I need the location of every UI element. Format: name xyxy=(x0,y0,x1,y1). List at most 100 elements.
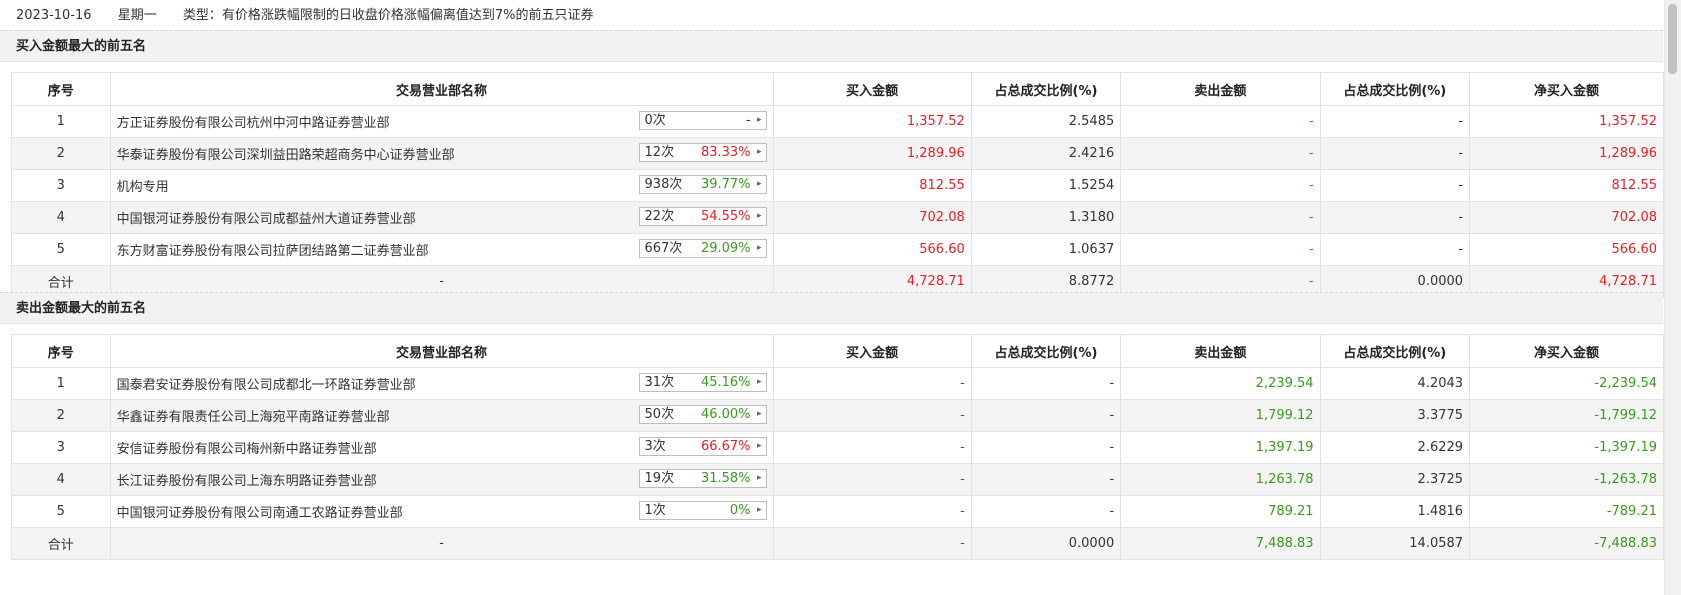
branch-stats-dropdown[interactable]: 50次 46.00% ▸ xyxy=(638,405,767,424)
sell-amount: 789.21 xyxy=(1120,495,1321,528)
buy-amount: - xyxy=(772,399,972,432)
sell-amount: - xyxy=(1120,105,1321,138)
total-row: 合计 - -0.0000 7,488.83 14.0587 -7,488.83 xyxy=(11,527,1664,560)
col-sell-ratio: 占总成交比例(%) xyxy=(1319,334,1471,368)
branch-stats-dropdown[interactable]: 22次 54.55% ▸ xyxy=(638,207,767,226)
branch-name-cell: 长江证券股份有限公司上海东明路证券营业部 19次 31.58% ▸ xyxy=(109,463,774,496)
buy-top5-table: 序号 交易营业部名称 买入金额 占总成交比例(%) 卖出金额 占总成交比例(%)… xyxy=(11,72,1664,298)
trade-count: 667次 xyxy=(644,241,683,256)
col-sell-amount: 卖出金额 xyxy=(1120,72,1321,106)
trade-count: 3次 xyxy=(644,439,666,454)
trade-count: 22次 xyxy=(644,209,675,224)
buy-section-title: 买入金额最大的前五名 xyxy=(0,30,1663,62)
branch-stats-dropdown[interactable]: 12次 83.33% ▸ xyxy=(638,143,767,162)
chevron-right-icon: ▸ xyxy=(757,377,762,387)
row-no: 3 xyxy=(11,169,111,202)
scrollbar-thumb[interactable] xyxy=(1668,4,1677,74)
branch-stats-dropdown[interactable]: 0次 - ▸ xyxy=(638,111,767,130)
branch-stats-dropdown[interactable]: 3次 66.67% ▸ xyxy=(638,437,767,456)
branch-name-cell: 东方财富证券股份有限公司拉萨团结路第二证券营业部 667次 29.09% ▸ xyxy=(109,233,774,266)
branch-name-link[interactable]: 长江证券股份有限公司上海东明路证券营业部 xyxy=(117,470,377,489)
net-buy-amount: -789.21 xyxy=(1469,495,1664,528)
buy-ratio: - xyxy=(970,367,1122,400)
buy-ratio: 1.5254 xyxy=(970,169,1122,202)
sell-amount: 1,397.19 xyxy=(1120,431,1321,464)
branch-name-link[interactable]: 中国银河证券股份有限公司南通工农路证券营业部 xyxy=(117,502,403,521)
branch-name-link[interactable]: 中国银河证券股份有限公司成都益州大道证券营业部 xyxy=(117,208,416,227)
row-no: 2 xyxy=(11,399,111,432)
win-rate: - xyxy=(745,113,751,128)
row-no: 5 xyxy=(11,495,111,528)
win-rate: 45.16% xyxy=(700,375,751,390)
sell-ratio: - xyxy=(1319,105,1471,138)
row-no: 1 xyxy=(11,105,111,138)
win-rate: 46.00% xyxy=(700,407,751,422)
col-branch-name: 交易营业部名称 xyxy=(109,334,774,368)
branch-stats-dropdown[interactable]: 1次 0% ▸ xyxy=(638,501,767,520)
trade-date: 2023-10-16 xyxy=(16,8,92,23)
chevron-right-icon: ▸ xyxy=(757,409,762,419)
net-buy-amount: 1,289.96 xyxy=(1469,137,1664,170)
branch-name-link[interactable]: 华泰证券股份有限公司深圳益田路荣超商务中心证券营业部 xyxy=(117,144,455,163)
chevron-right-icon: ▸ xyxy=(757,473,762,483)
branch-name-link[interactable]: 安信证券股份有限公司梅州新中路证券营业部 xyxy=(117,438,377,457)
buy-amount: 1,289.96 xyxy=(772,137,972,170)
branch-name-link[interactable]: 方正证券股份有限公司杭州中河中路证券营业部 xyxy=(117,112,390,131)
win-rate: 39.77% xyxy=(700,177,751,192)
sell-ratio: 3.3775 xyxy=(1319,399,1471,432)
win-rate: 83.33% xyxy=(700,145,751,160)
net-buy-amount: 702.08 xyxy=(1469,201,1664,234)
table-row: 3 机构专用 938次 39.77% ▸ 812.55 1.5254- -812.55 xyxy=(11,169,1664,202)
buy-amount: 1,357.52 xyxy=(772,105,972,138)
row-no: 3 xyxy=(11,431,111,464)
win-rate: 66.67% xyxy=(700,439,751,454)
chevron-right-icon: ▸ xyxy=(757,147,762,157)
col-net-buy: 净买入金额 xyxy=(1469,72,1664,106)
branch-name-link[interactable]: 机构专用 xyxy=(117,176,169,195)
branch-name-cell: 华鑫证券有限责任公司上海宛平南路证券营业部 50次 46.00% ▸ xyxy=(109,399,774,432)
buy-ratio: 1.0637 xyxy=(970,233,1122,266)
sell-ratio: 4.2043 xyxy=(1319,367,1471,400)
buy-amount: - xyxy=(772,463,972,496)
trade-count: 0次 xyxy=(644,113,666,128)
col-buy-ratio: 占总成交比例(%) xyxy=(970,72,1122,106)
sell-ratio: 2.6229 xyxy=(1319,431,1471,464)
table-row: 2 华泰证券股份有限公司深圳益田路荣超商务中心证券营业部 12次 83.33% ▸ 1,2… xyxy=(11,137,1664,170)
sell-ratio: 2.3725 xyxy=(1319,463,1471,496)
sell-amount: - xyxy=(1120,137,1321,170)
buy-ratio: - xyxy=(970,399,1122,432)
branch-name-link[interactable]: 国泰君安证券股份有限公司成都北一环路证券营业部 xyxy=(117,374,416,393)
win-rate: 54.55% xyxy=(700,209,751,224)
table-row: 4 长江证券股份有限公司上海东明路证券营业部 19次 31.58% ▸ - -1,263.7… xyxy=(11,463,1664,496)
branch-name-cell: 中国银河证券股份有限公司南通工农路证券营业部 1次 0% ▸ xyxy=(109,495,774,528)
buy-ratio: 2.4216 xyxy=(970,137,1122,170)
sell-ratio: - xyxy=(1319,137,1471,170)
buy-amount: 702.08 xyxy=(772,201,972,234)
branch-stats-dropdown[interactable]: 938次 39.77% ▸ xyxy=(638,175,767,194)
vertical-scrollbar[interactable] xyxy=(1664,0,1681,595)
col-sell-ratio: 占总成交比例(%) xyxy=(1319,72,1471,106)
row-no: 1 xyxy=(11,367,111,400)
total-buy-ratio: 0.0000 xyxy=(970,527,1122,560)
sell-amount: 2,239.54 xyxy=(1120,367,1321,400)
row-no: 4 xyxy=(11,201,111,234)
col-no: 序号 xyxy=(11,72,111,106)
branch-name-link[interactable]: 东方财富证券股份有限公司拉萨团结路第二证券营业部 xyxy=(117,240,429,259)
branch-name-link[interactable]: 华鑫证券有限责任公司上海宛平南路证券营业部 xyxy=(117,406,390,425)
table-row: 1 方正证券股份有限公司杭州中河中路证券营业部 0次 - ▸ 1,357.52 2.5485… xyxy=(11,105,1664,138)
col-buy-amount: 买入金额 xyxy=(772,72,972,106)
trade-count: 31次 xyxy=(644,375,675,390)
net-buy-amount: 812.55 xyxy=(1469,169,1664,202)
branch-stats-dropdown[interactable]: 667次 29.09% ▸ xyxy=(638,239,767,258)
col-sell-amount: 卖出金额 xyxy=(1120,334,1321,368)
branch-name-cell: 华泰证券股份有限公司深圳益田路荣超商务中心证券营业部 12次 83.33% ▸ xyxy=(109,137,774,170)
branch-stats-dropdown[interactable]: 31次 45.16% ▸ xyxy=(638,373,767,392)
win-rate: 31.58% xyxy=(700,471,751,486)
buy-ratio: - xyxy=(970,495,1122,528)
row-no: 4 xyxy=(11,463,111,496)
branch-name-cell: 中国银河证券股份有限公司成都益州大道证券营业部 22次 54.55% ▸ xyxy=(109,201,774,234)
branch-stats-dropdown[interactable]: 19次 31.58% ▸ xyxy=(638,469,767,488)
sell-section-title: 卖出金额最大的前五名 xyxy=(0,292,1663,324)
table-header-row: 序号 交易营业部名称 买入金额 占总成交比例(%) 卖出金额 占总成交比例(%)… xyxy=(11,334,1664,368)
sell-amount: - xyxy=(1120,233,1321,266)
